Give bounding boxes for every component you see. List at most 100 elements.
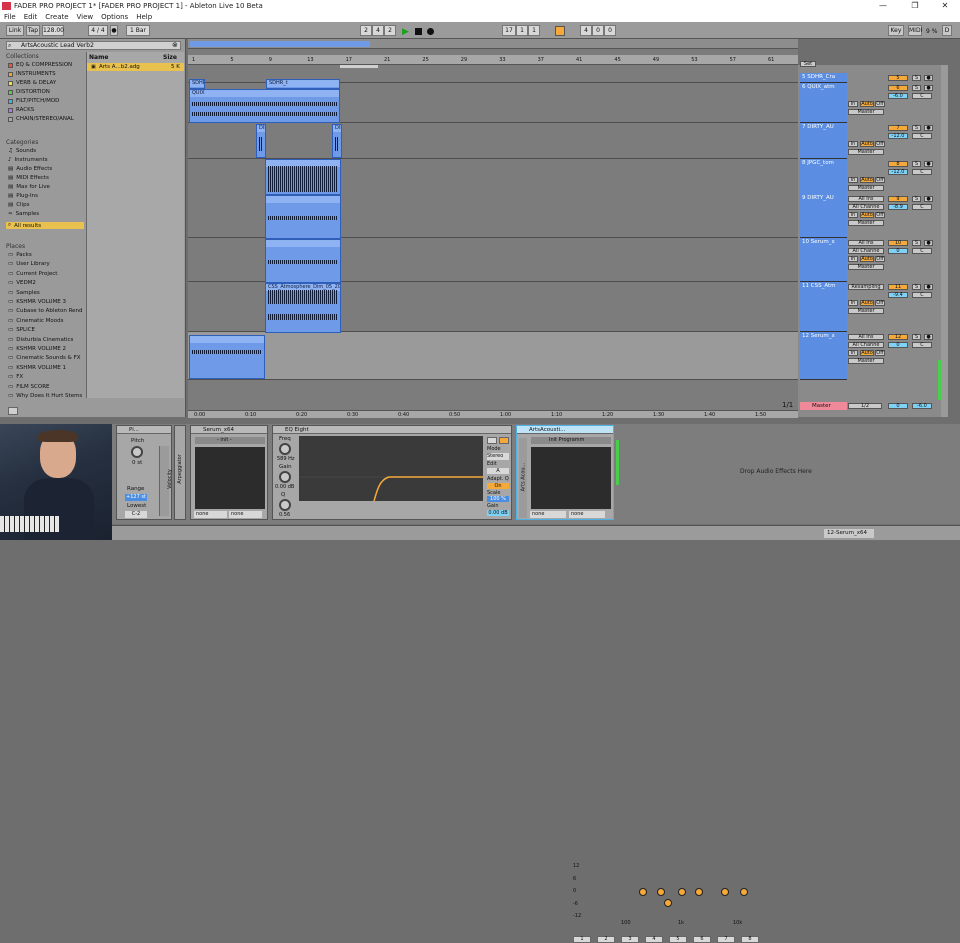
monitor-in-button[interactable]: In [848,177,858,183]
place-item[interactable]: ▭ FX [8,374,23,380]
vertical-scrollbar[interactable] [941,65,948,417]
eq-adaptive-icon[interactable] [499,437,509,444]
serum-input-select[interactable]: none [194,511,227,518]
input-channel-select[interactable]: All Channe [848,248,884,254]
edit-toggle[interactable]: A [487,468,509,474]
track-header[interactable]: 12 Serum_x [800,332,847,380]
input-channel-select[interactable]: All Channe [848,204,884,210]
audio-clip[interactable]: DIR [256,124,266,158]
track-activator[interactable]: 7 [888,125,908,131]
track-pan[interactable]: C [912,342,932,348]
place-item[interactable]: ▭ Cinematic Sounds & FX [8,355,81,361]
eq-band-toggle[interactable]: 7 [717,936,735,943]
menu-options[interactable]: Options [101,13,128,21]
eq-band-toggle[interactable]: 6 [693,936,711,943]
place-item[interactable]: ▭ KSHMR VOLUME 2 [8,346,66,352]
category-samples[interactable]: ≈ Samples [8,211,39,217]
scale-value[interactable]: 100 % [487,496,509,502]
adapt-q-toggle[interactable]: On [487,483,509,489]
monitor-in-button[interactable]: In [848,141,858,147]
arm-button[interactable]: ● [924,240,933,246]
output-route-select[interactable]: Master [848,109,884,115]
input-channel-select[interactable]: All Channe [848,342,884,348]
loop-brace[interactable] [340,65,378,68]
solo-button[interactable]: S [912,85,921,91]
minimize-button[interactable]: — [868,0,898,12]
lowest-value[interactable]: C-2 [125,511,147,518]
track-activator[interactable]: 12 [888,334,908,340]
collection-filt-pitch-mod[interactable]: FILT/PITCH/MOD [8,98,59,104]
rack-input-select[interactable]: none [530,511,566,518]
monitor-auto-button[interactable]: Auto [860,101,874,107]
category-all-results[interactable]: ⌕ All results [6,222,84,229]
time-ruler[interactable]: 0:00 0:10 0:20 0:30 0:40 0:50 1:00 1:10 1:20 1:30… [188,410,798,418]
arrangement-position-beat[interactable]: 4 [372,25,384,36]
monitor-off-button[interactable]: Off [875,141,885,147]
category-plugins[interactable]: ▤ Plug-Ins [8,193,38,199]
track-header[interactable]: 8 JPGC_tom [800,159,847,195]
arrangement-overview[interactable] [188,39,798,49]
rack-plugin-display[interactable] [531,447,611,509]
loop-length-beat[interactable]: 0 [592,25,604,36]
solo-button[interactable]: S [912,240,921,246]
arm-button[interactable]: ● [924,85,933,91]
serum-output-select[interactable]: none [229,511,262,518]
place-item[interactable]: ▭ Cubase to Ableton Rend [8,308,83,314]
quantize-menu[interactable]: 1 Bar [126,25,150,36]
eq-band-toggle[interactable]: 5 [669,936,687,943]
audio-clip[interactable]: DIR [332,124,342,158]
arpeggiator-label[interactable]: Arpeggiator [177,454,183,484]
monitor-auto-button[interactable]: Auto [860,177,874,183]
track-volume[interactable]: -8.9 [888,204,908,210]
arm-button[interactable]: ● [924,75,933,81]
monitor-in-button[interactable]: In [848,350,858,356]
collection-instruments[interactable]: INSTRUMENTS [8,71,56,77]
add-folder-icon[interactable] [8,407,18,415]
selected-track-indicator[interactable]: 12-Serum_x64 [824,529,874,538]
solo-button[interactable]: S [912,284,921,290]
track-volume[interactable]: 0 [888,248,908,254]
menu-view[interactable]: View [77,13,94,21]
master-pan[interactable]: -6.0 [912,403,932,409]
eq-band-handle[interactable] [678,888,686,896]
audio-clip[interactable]: SDHR_ [189,79,205,89]
pitch-device-title[interactable]: Pi... [117,426,171,434]
metronome-icon[interactable]: ● [110,25,118,36]
eq-band-handle[interactable] [740,888,748,896]
place-item[interactable]: ▭ Cinematic Moods [8,318,63,324]
menu-edit[interactable]: Edit [24,13,38,21]
track-pan[interactable]: C [912,93,932,99]
place-item[interactable]: ▭ VEDM2 [8,280,36,286]
track-volume[interactable]: -12.0 [888,133,908,139]
track-pan[interactable]: C [912,248,932,254]
track-header[interactable]: 7 DIRTY_AU [800,123,847,159]
eq-band-handle[interactable] [721,888,729,896]
track-pan[interactable]: C [912,204,932,210]
eq-band-toggle[interactable]: 1 [573,936,591,943]
velocity-fold[interactable]: Velocity [159,446,173,516]
arm-button[interactable]: ● [924,161,933,167]
place-item[interactable]: ▭ Disturbia Cinematics [8,337,73,343]
track-activator[interactable]: 8 [888,161,908,167]
eq-band-handle[interactable] [695,888,703,896]
collection-chain-stereo[interactable]: CHAIN/STEREO/ANAL [8,116,74,122]
arm-button[interactable]: ● [924,334,933,340]
midi-map-button[interactable]: MIDI [908,25,922,36]
input-type-select[interactable]: All Ins [848,196,884,202]
collection-verb-delay[interactable]: VERB & DELAY [8,80,56,86]
serum-device-title[interactable]: Serum_x64 [191,426,267,434]
track-header[interactable]: 5 SDHR_Cra [800,73,847,83]
arm-button[interactable]: ● [924,284,933,290]
place-item[interactable]: ▭ KSHMR VOLUME 1 [8,365,66,371]
track-volume[interactable]: -9.4 [888,292,908,298]
eq-display[interactable] [299,436,483,502]
category-midi-effects[interactable]: ▤ MIDI Effects [8,175,49,181]
track-lane[interactable] [188,123,798,159]
time-signature[interactable]: 4 / 4 [88,25,108,36]
audio-clip[interactable] [265,159,341,195]
range-value[interactable]: +127 st [125,494,147,501]
name-column-header[interactable]: Name [89,54,108,61]
output-route-select[interactable]: Master [848,308,884,314]
track-pan[interactable]: C [912,169,932,175]
solo-button[interactable]: S [912,125,921,131]
